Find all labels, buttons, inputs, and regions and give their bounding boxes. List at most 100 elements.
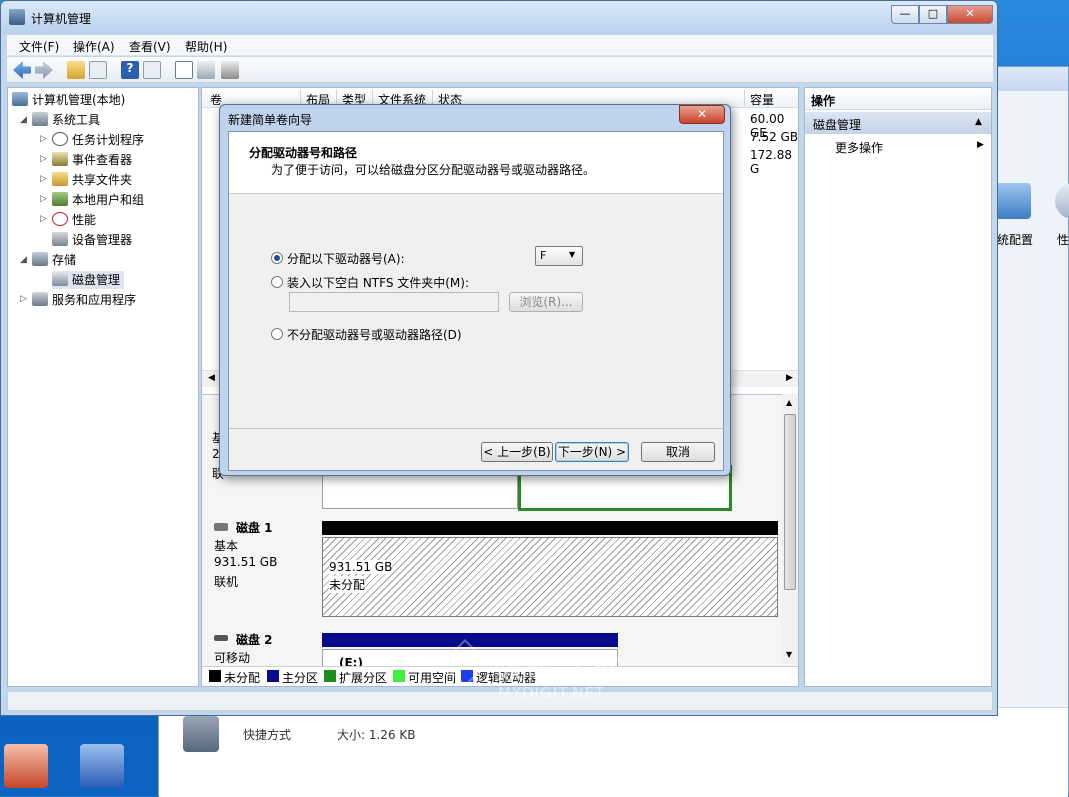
- back-arrow-icon[interactable]: [13, 61, 31, 79]
- menu-action[interactable]: 操作(A): [73, 38, 115, 55]
- services-icon: [32, 292, 48, 306]
- more-actions-item[interactable]: 更多操作 ▶: [805, 136, 991, 156]
- dialog-close-button[interactable]: ✕: [679, 105, 725, 124]
- powerpoint-shortcut-icon[interactable]: [4, 744, 48, 788]
- radio-mount-ntfs-folder[interactable]: [271, 276, 283, 288]
- tree-item-disk-management-label: 磁盘管理: [72, 273, 121, 287]
- tree-item-device-manager[interactable]: 设备管理器: [52, 231, 132, 249]
- show-hide-action-pane-icon[interactable]: [143, 61, 161, 79]
- minimize-button[interactable]: —: [891, 5, 919, 24]
- tree-item-system-tools[interactable]: 系统工具: [32, 111, 100, 129]
- actions-section-label: 磁盘管理: [813, 118, 862, 132]
- radio-no-drive-letter[interactable]: [271, 328, 283, 340]
- export-list-icon[interactable]: [221, 61, 239, 79]
- new-simple-volume-wizard: 新建简单卷向导 ✕ 分配驱动器号和路径 为了便于访问，可以给磁盘分区分配驱动器号…: [219, 104, 731, 476]
- disk2-type: 可移动: [214, 651, 251, 665]
- actions-section-disk-management[interactable]: 磁盘管理 ▲: [805, 112, 991, 134]
- menu-file[interactable]: 文件(F): [19, 38, 59, 55]
- system-config-icon[interactable]: [995, 183, 1031, 219]
- disk1-partition-size: 931.51 GB: [329, 560, 393, 574]
- watermark-text: 数码之家: [494, 652, 622, 687]
- scroll-down-icon[interactable]: ▼: [786, 650, 792, 659]
- refresh-icon[interactable]: [175, 61, 193, 79]
- menu-view[interactable]: 查看(V): [129, 38, 171, 55]
- properties-icon[interactable]: [197, 61, 215, 79]
- cancel-button[interactable]: 取消: [641, 442, 715, 462]
- expand-arrow-icon[interactable]: ▷: [40, 214, 47, 224]
- word-shortcut-icon[interactable]: [80, 744, 124, 788]
- option-assign-drive-letter-label[interactable]: 分配以下驱动器号(A):: [287, 250, 405, 267]
- system-config-label: 统配置: [997, 233, 1034, 247]
- disk1-unallocated-region[interactable]: 931.51 GB 未分配: [322, 537, 778, 617]
- expand-arrow-icon[interactable]: ▷: [40, 194, 47, 204]
- users-icon: [52, 192, 68, 206]
- option-mount-ntfs-folder-label[interactable]: 装入以下空白 NTFS 文件夹中(M):: [287, 274, 469, 291]
- tree-root[interactable]: 计算机管理(本地): [12, 91, 125, 109]
- collapse-up-icon[interactable]: ▲: [975, 117, 982, 127]
- legend-label-unallocated: 未分配: [224, 671, 261, 685]
- tree-item-services[interactable]: 服务和应用程序: [32, 291, 136, 309]
- watermark-url: MYDIGIT.NET: [498, 684, 606, 702]
- drive-letter-select[interactable]: F ▼: [535, 246, 583, 266]
- tree-item-local-users[interactable]: 本地用户和组: [52, 191, 144, 209]
- dialog-subtitle: 为了便于访问，可以给磁盘分区分配驱动器号或驱动器路径。: [271, 163, 596, 177]
- navigation-tree: 计算机管理(本地) ◢ 系统工具 ▷ 任务计划程序 ▷ 事件查看器 ▷ 共享文件…: [7, 87, 199, 687]
- disk1-status: 联机: [214, 575, 239, 589]
- collapse-arrow-icon[interactable]: ◢: [20, 115, 27, 125]
- tree-item-task-scheduler-label: 任务计划程序: [72, 133, 145, 147]
- vertical-scrollbar[interactable]: ▲ ▼: [782, 394, 798, 664]
- maximize-button[interactable]: □: [919, 5, 947, 24]
- expand-arrow-icon[interactable]: ▷: [40, 174, 47, 184]
- scroll-right-icon[interactable]: ▶: [786, 373, 793, 383]
- browse-button[interactable]: 浏览(R)...: [509, 292, 583, 312]
- collapse-arrow-icon[interactable]: ◢: [20, 255, 27, 265]
- radio-assign-drive-letter[interactable]: [271, 252, 283, 264]
- legend-label-extended: 扩展分区: [339, 671, 388, 685]
- disk-management-icon: [52, 272, 68, 286]
- performance-monitor-icon[interactable]: [1055, 183, 1069, 219]
- expand-arrow-icon[interactable]: ▷: [40, 154, 47, 164]
- tree-item-services-label: 服务和应用程序: [52, 293, 137, 307]
- title-bar[interactable]: 计算机管理 — □ ✕: [1, 1, 997, 33]
- option-no-drive-letter-label[interactable]: 不分配驱动器号或驱动器路径(D): [287, 326, 462, 343]
- capacity-cell: 172.88 G: [750, 148, 792, 176]
- disk1-name: 磁盘 1: [236, 521, 273, 535]
- help-icon[interactable]: ?: [121, 61, 139, 79]
- column-divider[interactable]: [744, 90, 745, 106]
- tree-item-shared-folders[interactable]: 共享文件夹: [52, 171, 132, 189]
- tree-item-task-scheduler[interactable]: 任务计划程序: [52, 131, 144, 149]
- forward-arrow-icon[interactable]: [35, 61, 53, 79]
- menu-help[interactable]: 帮助(H): [185, 38, 227, 55]
- toolbar: ?: [7, 57, 993, 83]
- computer-icon: [12, 92, 28, 106]
- performance-icon: [52, 212, 68, 226]
- folder-path-input[interactable]: [289, 292, 499, 312]
- tree-item-event-viewer[interactable]: 事件查看器: [52, 151, 132, 169]
- scroll-left-icon[interactable]: ◀: [208, 373, 215, 383]
- dialog-header: 分配驱动器号和路径 为了便于访问，可以给磁盘分区分配驱动器号或驱动器路径。: [229, 132, 723, 194]
- column-header-capacity[interactable]: 容量: [750, 91, 774, 108]
- up-folder-icon[interactable]: [67, 61, 85, 79]
- tree-item-device-manager-label: 设备管理器: [72, 233, 133, 247]
- chevron-down-icon: ▼: [569, 250, 576, 259]
- expand-arrow-icon[interactable]: ▷: [20, 294, 27, 304]
- submenu-arrow-icon: ▶: [977, 140, 984, 150]
- disk1-info[interactable]: 磁盘 1 基本 931.51 GB 联机: [202, 515, 318, 625]
- capacity-cell: 7.52 GB: [750, 130, 799, 144]
- close-button[interactable]: ✕: [947, 5, 993, 24]
- tree-root-label: 计算机管理(本地): [32, 93, 126, 107]
- expand-arrow-icon[interactable]: ▷: [40, 134, 47, 144]
- actions-pane: 操作 磁盘管理 ▲ 更多操作 ▶: [804, 87, 992, 687]
- tree-item-performance[interactable]: 性能: [52, 211, 96, 229]
- scroll-thumb[interactable]: [784, 414, 796, 590]
- dialog-body: 分配驱动器号和路径 为了便于访问，可以给磁盘分区分配驱动器号或驱动器路径。 分配…: [228, 131, 725, 471]
- removable-disk-icon: [214, 635, 228, 641]
- show-hide-tree-icon[interactable]: [89, 61, 107, 79]
- tree-item-storage[interactable]: 存储: [32, 251, 76, 269]
- back-button[interactable]: < 上一步(B): [481, 442, 553, 462]
- scroll-up-icon[interactable]: ▲: [786, 398, 792, 407]
- next-button[interactable]: 下一步(N) >: [555, 442, 629, 462]
- shortcut-type: 快捷方式: [243, 728, 292, 742]
- tree-item-local-users-label: 本地用户和组: [72, 193, 145, 207]
- tree-item-disk-management[interactable]: 磁盘管理: [52, 271, 125, 289]
